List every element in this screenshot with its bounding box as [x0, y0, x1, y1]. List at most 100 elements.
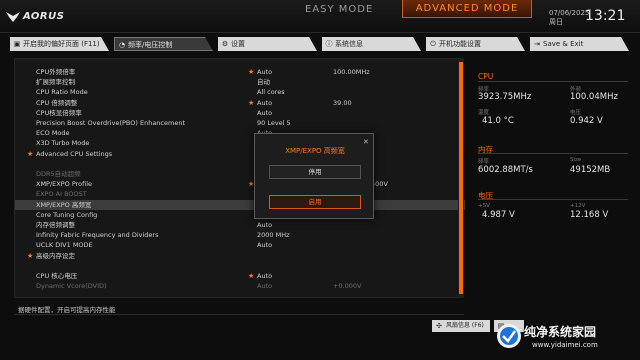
- option-enable[interactable]: 启用: [269, 195, 361, 209]
- plus5v-value: 4.987 V: [482, 210, 515, 220]
- watermark-url: www.yidaimei.com: [532, 341, 598, 349]
- date-display: 07/06/2025 周日: [549, 9, 589, 27]
- setting-label: XMP/EXPO 高频宽: [36, 200, 92, 209]
- setting-row[interactable]: ★ 高级内存设定: [15, 251, 465, 261]
- setting-row[interactable]: CPU Ratio Mode All cores: [15, 87, 465, 97]
- easy-mode-button[interactable]: EASY MODE: [305, 4, 373, 15]
- mem-freq-label: 频率: [478, 159, 490, 165]
- setting-label: Precision Boost Overdrive(PBO) Enhanceme…: [36, 119, 185, 127]
- setting-row[interactable]: ★ Advanced CPU Settings: [15, 149, 465, 159]
- mem-size-value: 49152MB: [570, 165, 611, 175]
- setting-label: Dynamic Vcore(DVID): [36, 282, 107, 291]
- setting-label: 扩展频率控制: [36, 78, 75, 87]
- setting-value: Auto: [257, 108, 273, 117]
- setting-label: XMP/EXPO Profile: [36, 180, 93, 189]
- setting-label: CPU核显倍频率: [36, 108, 82, 117]
- setting-row[interactable]: CPU外频倍率 ★ Auto 100.00MHz: [15, 67, 465, 77]
- tab-favorites[interactable]: ▣ 开启我的偏好页面 (F11): [10, 37, 109, 51]
- setting-row[interactable]: Infinity Fabric Frequency and Dividers 20…: [15, 230, 465, 240]
- tab-system-info[interactable]: ⓘ 系统信息: [322, 37, 421, 51]
- tab-settings[interactable]: ⚙ 设置: [218, 37, 317, 51]
- setting-label: ECO Mode: [36, 129, 70, 138]
- setting-label: CPU外频倍率: [36, 68, 76, 76]
- tab-save-exit[interactable]: ⇥ Save & Exit: [530, 37, 629, 51]
- setting-value: Auto: [257, 221, 273, 229]
- setting-value: 2000 MHz: [257, 231, 290, 240]
- fan-info-button[interactable]: ✣ 风扇信息 (F6): [432, 320, 490, 332]
- setting-label: 内存倍频调整: [36, 221, 75, 229]
- tab-label: 频率/电压控制: [128, 41, 173, 49]
- submenu-star-icon: ★: [27, 251, 34, 260]
- gear-icon: ⚙: [221, 40, 229, 48]
- mem-size-label: Size: [570, 157, 582, 163]
- gauge-icon: ◔: [118, 41, 126, 49]
- setting-value: Auto: [257, 282, 273, 291]
- setting-row[interactable]: XMP/EXPO Profile★E38-38-96-1.400V: [15, 179, 465, 189]
- top-bar: AORUS EASY MODE ADVANCED MODE 07/06/2025…: [0, 0, 640, 33]
- setting-label: 高级内存设定: [36, 251, 75, 260]
- settings-panel: CPU外频倍率 ★ Auto 100.00MHz 扩展频率控制 自动 CPU Ratio M…: [14, 58, 465, 298]
- setting-row[interactable]: Precision Boost Overdrive(PBO) Enhanceme…: [15, 118, 465, 128]
- setting-value: Auto: [257, 272, 273, 280]
- hardware-monitor: CPU 频率 3923.75MHz 外频 100.04MHz 温度 41.0 °…: [472, 58, 630, 298]
- close-icon[interactable]: ✕: [363, 138, 369, 146]
- favorite-star-icon[interactable]: ★: [248, 67, 254, 77]
- tab-frequency-voltage[interactable]: ◔ 频率/电压控制: [114, 37, 213, 51]
- setting-label: Infinity Fabric Frequency and Dividers: [36, 231, 159, 240]
- power-icon: ⏻: [430, 40, 436, 48]
- scrollbar-thumb[interactable]: [459, 62, 463, 294]
- cpu-temp-value: 41.0 °C: [482, 116, 514, 126]
- cpu-temp-label: 温度: [478, 110, 490, 116]
- scrollbar[interactable]: [458, 58, 464, 298]
- cpu-volt-label: 电压: [570, 110, 582, 116]
- watermark-text: 纯净系统家园: [524, 325, 597, 339]
- setting-label: UCLK DIV1 MODE: [36, 241, 93, 250]
- setting-label: EXPO AI BOOST: [36, 190, 87, 199]
- setting-row[interactable]: UCLK DIV1 MODE Auto: [15, 240, 465, 250]
- setting-label: CPU 倍频调整: [36, 98, 78, 107]
- setting-current-value: 100.00MHz: [333, 68, 370, 76]
- setting-row[interactable]: CPU核显倍频率 Auto: [15, 108, 465, 118]
- setting-label: X3D Turbo Mode: [36, 139, 90, 148]
- setting-value: Auto: [257, 98, 273, 107]
- setting-row[interactable]: 扩展频率控制 自动: [15, 77, 465, 87]
- setting-row[interactable]: Dynamic Vcore(DVID) Auto +0.000V: [15, 281, 465, 291]
- clock-display: 13:21: [585, 8, 626, 24]
- setting-row[interactable]: DDR5自动超频: [15, 169, 465, 179]
- setting-row[interactable]: ECO ModeAuto: [15, 128, 465, 138]
- setting-label: Advanced CPU Settings: [36, 149, 113, 158]
- tab-label: 开机功能设置: [439, 40, 481, 48]
- exit-icon: ⇥: [534, 40, 540, 48]
- setting-current-value: +0.000V: [333, 282, 362, 291]
- option-disable[interactable]: 停用: [269, 165, 361, 179]
- watermark: 纯净系统家园 www.yidaimei.com: [494, 320, 634, 356]
- setting-row: [15, 261, 465, 271]
- tab-boot[interactable]: ⏻ 开机功能设置: [426, 37, 525, 51]
- setting-row[interactable]: XMP/EXPO 高频宽: [15, 199, 465, 210]
- brand-name: AORUS: [23, 10, 65, 22]
- advanced-mode-button[interactable]: ADVANCED MODE: [402, 0, 532, 18]
- divider: [14, 314, 464, 315]
- favorite-star-icon[interactable]: ★: [248, 271, 254, 281]
- fan-info-label: 风扇信息 (F6): [446, 322, 484, 329]
- divider: [478, 81, 628, 82]
- setting-value: Auto: [257, 241, 273, 250]
- info-icon: ⓘ: [325, 40, 333, 48]
- setting-row[interactable]: 内存倍频调整 Auto: [15, 220, 465, 230]
- favorite-star-icon[interactable]: ★: [248, 98, 254, 108]
- divider: [478, 199, 628, 200]
- cpu-freq-value: 3923.75MHz: [478, 92, 532, 102]
- cpu-section-title: CPU: [478, 72, 494, 81]
- xmp-expo-dialog: ✕ XMP/EXPO 高频宽 停用 启用: [254, 133, 374, 219]
- setting-row[interactable]: EXPO AI BOOST: [15, 189, 465, 199]
- setting-label: Core Tuning Config: [36, 210, 98, 219]
- setting-row[interactable]: CPU 倍频调整 ★ Auto 39.00: [15, 98, 465, 108]
- setting-row[interactable]: CPU 核心电压 ★ Auto: [15, 271, 465, 281]
- setting-label: CPU Ratio Mode: [36, 88, 88, 97]
- divider: [478, 153, 628, 154]
- tab-label: 设置: [231, 40, 245, 48]
- setting-row[interactable]: X3D Turbo ModeAuto: [15, 138, 465, 148]
- setting-value: All cores: [257, 88, 285, 97]
- brand-logo: AORUS: [6, 9, 64, 23]
- setting-row[interactable]: Core Tuning Config: [15, 210, 465, 220]
